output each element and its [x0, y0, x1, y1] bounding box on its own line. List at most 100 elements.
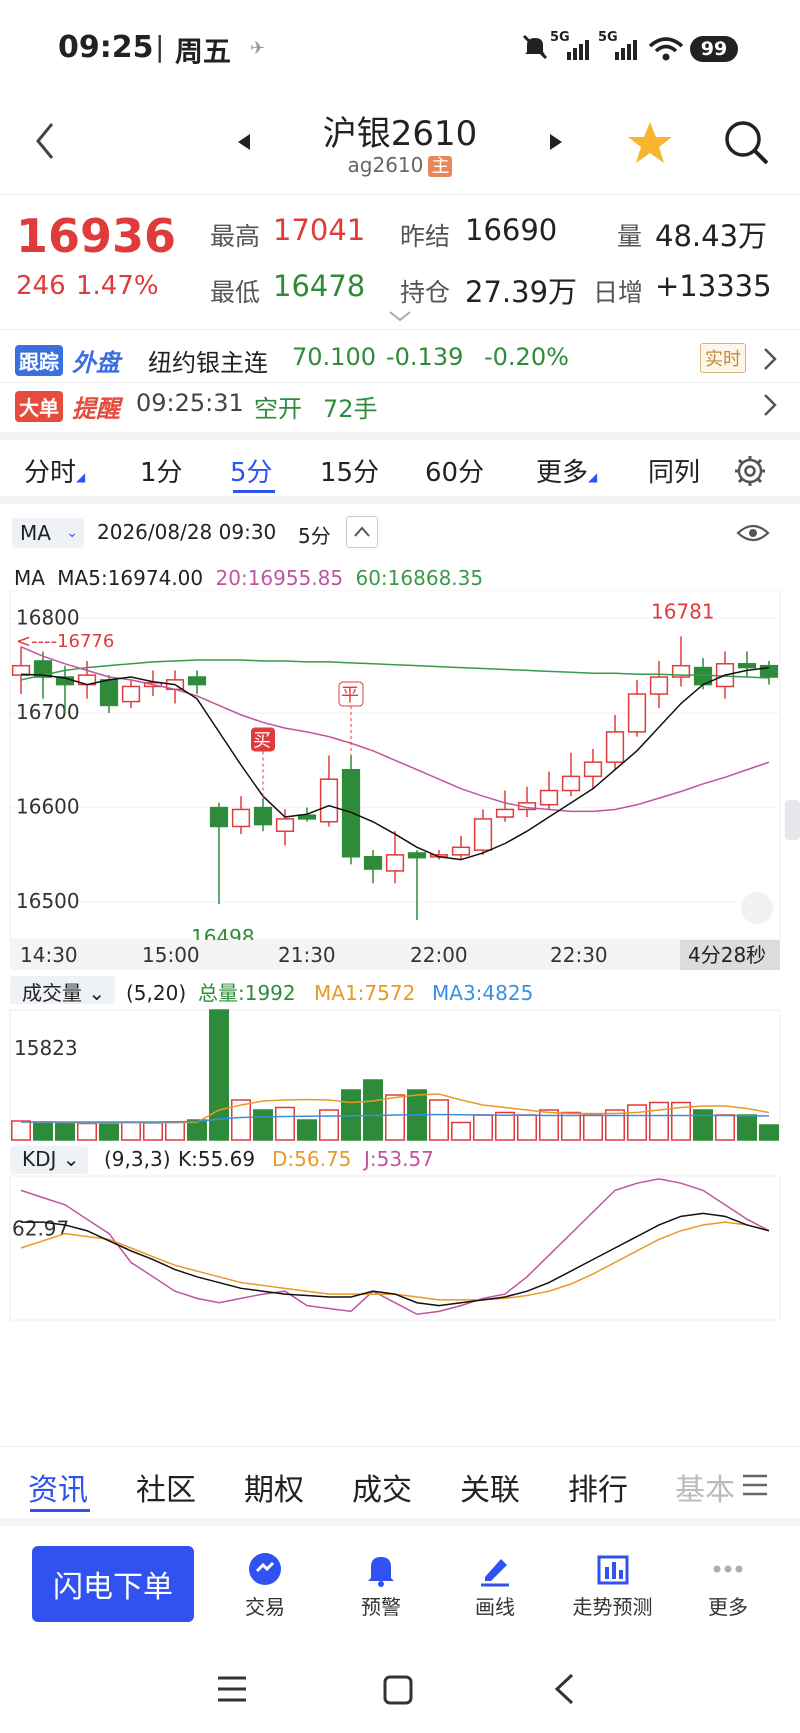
alert-qty: 72手: [323, 395, 378, 423]
gear-icon[interactable]: [733, 454, 767, 488]
foreign-tag: 外盘: [72, 349, 120, 377]
back-nav-icon[interactable]: [552, 1672, 576, 1706]
status-bar: 09:25 | 周五 ✈ 5G 5G 99: [0, 0, 800, 100]
low-value: 16478: [273, 269, 366, 303]
chevron-right-icon[interactable]: [762, 393, 778, 417]
volume-bar: [319, 1109, 339, 1141]
main-panel-frame: [9, 590, 781, 941]
candle-body: [539, 789, 559, 806]
trade-icon: [249, 1552, 281, 1585]
chevron-right-icon[interactable]: [762, 347, 778, 371]
tab-15min[interactable]: 15分: [320, 452, 379, 489]
candle-body: [407, 852, 427, 859]
tab-1min[interactable]: 1分: [140, 452, 183, 489]
volume-bar: [143, 1122, 163, 1141]
fullscreen-button: [741, 892, 773, 924]
menu-icon[interactable]: [741, 1473, 769, 1497]
tab-news[interactable]: 资讯: [28, 1465, 88, 1509]
x-tick-label: 14:30: [20, 943, 78, 967]
trade-button[interactable]: 交易: [220, 1548, 310, 1622]
y-tick-label: 16500: [16, 889, 80, 913]
prev-high-label: <----16776: [16, 631, 114, 652]
candle-body: [451, 846, 471, 856]
tab-fundamental[interactable]: 基本: [675, 1465, 735, 1509]
kdj-k-value: K:55.69: [178, 1147, 255, 1171]
tab-community[interactable]: 社区: [136, 1465, 196, 1509]
volume-bar: [33, 1121, 53, 1141]
candle-body: [649, 676, 669, 695]
chart-area: MA ⌄ 2026/08/28 09:30 5分 MA MA5:16974.00…: [0, 510, 800, 1440]
main-contract-badge: 主: [428, 156, 453, 177]
tab-60min[interactable]: 60分: [425, 452, 484, 489]
ma20-value: 20:16955.85: [215, 566, 344, 590]
tab-ranking[interactable]: 排行: [568, 1465, 628, 1509]
indicator-selector[interactable]: MA ⌄: [12, 518, 84, 548]
more-button[interactable]: 更多: [683, 1548, 773, 1622]
home-icon[interactable]: [382, 1674, 414, 1706]
expand-chevron-icon[interactable]: [388, 309, 412, 323]
tab-options[interactable]: 期权: [244, 1465, 304, 1509]
more-dots-icon: [713, 1565, 743, 1572]
candle-body: [583, 761, 603, 778]
volume-bar: [55, 1122, 75, 1141]
next-contract-icon[interactable]: [546, 132, 564, 152]
tab-intraday[interactable]: 分时◢: [24, 452, 85, 489]
countdown-label: 4分28秒: [688, 943, 766, 967]
alarm-button[interactable]: 预警: [336, 1548, 426, 1622]
chart-period: 5分: [298, 524, 331, 548]
volume-title: 成交量 ⌄: [22, 981, 105, 1005]
close-marker-label: 平: [341, 685, 359, 706]
kdj-k-line: [21, 1212, 770, 1307]
volume-bar: [715, 1114, 735, 1141]
volume-total: 总量:1992: [198, 981, 296, 1005]
kdj-j-value: J:53.57: [362, 1147, 434, 1171]
daily-increase-label: 日增: [593, 278, 644, 307]
kdj-d-value: D:56.75: [272, 1147, 351, 1171]
daily-increase-value: +13335: [655, 269, 772, 303]
star-icon[interactable]: [626, 120, 674, 166]
foreign-market-row[interactable]: 跟踪 外盘 纽约银主连 70.100 -0.139 -0.20% 实时: [0, 335, 800, 383]
big-order-alert-row[interactable]: 大单 提醒 09:25:31 空开 72手: [0, 383, 800, 431]
kdj-params: (9,3,3): [104, 1147, 171, 1171]
candle-body: [187, 676, 207, 686]
candle-body: [737, 663, 757, 669]
back-icon[interactable]: [30, 120, 60, 162]
contract-code-row: ag2610 主: [260, 152, 540, 178]
buy-marker-label: 买: [253, 730, 271, 751]
kline-chart[interactable]: 16800167001660016500<----167761678116498…: [0, 590, 800, 1440]
candle-body: [253, 806, 273, 826]
tab-same-row[interactable]: 同列: [648, 452, 700, 489]
volume-bar: [77, 1122, 97, 1141]
signal-icon-2: [615, 40, 637, 60]
pen-icon: [481, 1558, 509, 1586]
active-info-tab-indicator: [30, 1509, 90, 1512]
foreign-change-pct: -0.20%: [484, 343, 569, 371]
tab-related[interactable]: 关联: [460, 1465, 520, 1509]
period-tabs: 分时◢ 1分 5分 15分 60分 更多◢ 同列: [0, 432, 800, 504]
high-label: 最高: [210, 222, 261, 251]
system-nav-bar: [0, 1648, 800, 1733]
prev-contract-icon[interactable]: [236, 132, 254, 152]
tab-5min[interactable]: 5分: [230, 452, 273, 489]
recent-apps-icon[interactable]: [216, 1674, 248, 1704]
candle-body: [627, 693, 647, 733]
trend-predict-button[interactable]: 走势预测: [560, 1548, 665, 1622]
draw-line-button[interactable]: 画线: [450, 1548, 540, 1622]
action-bar: 闪电下单 交易 预警 画线 走势预测 更多: [0, 1528, 800, 1648]
high-value: 17041: [273, 213, 366, 247]
flash-order-button[interactable]: 闪电下单: [32, 1546, 194, 1622]
chevron-up-icon: [354, 526, 370, 537]
eye-icon[interactable]: [736, 522, 770, 544]
alert-time: 09:25:31: [136, 389, 244, 417]
volume-bar: [539, 1109, 559, 1141]
search-icon[interactable]: [722, 118, 772, 168]
y-tick-label: 16700: [16, 700, 80, 724]
bar-chart-icon: [597, 1555, 628, 1584]
tab-more[interactable]: 更多◢: [536, 452, 597, 489]
collapse-button[interactable]: [346, 516, 378, 548]
volume-bar: [605, 1109, 625, 1141]
candle-body: [759, 664, 779, 678]
track-tag: 跟踪: [15, 345, 63, 376]
ma-legend-label: MA: [14, 566, 45, 590]
tab-trades[interactable]: 成交: [352, 1465, 412, 1509]
